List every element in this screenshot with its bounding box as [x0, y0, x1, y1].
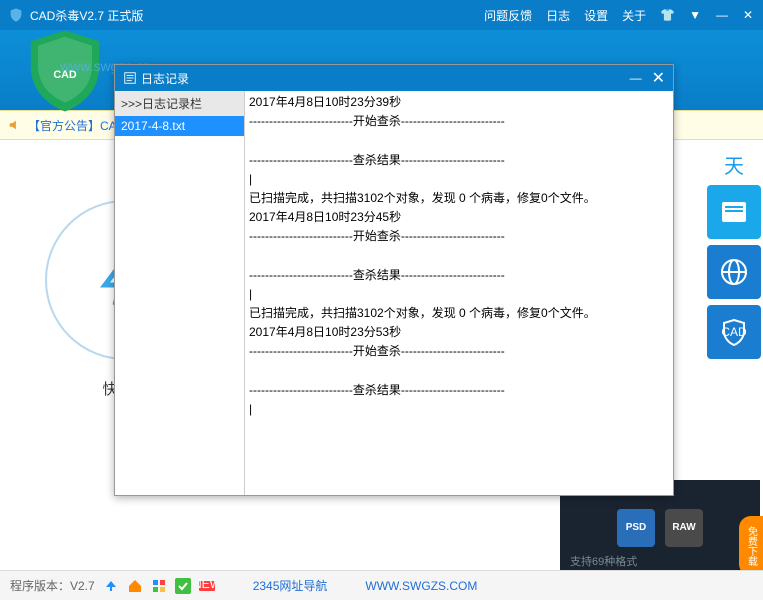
app-title: CAD杀毒V2.7 正式版 — [30, 7, 484, 24]
version-label: 程序版本：V2.7 — [10, 577, 95, 594]
shield-small-icon: CAD — [716, 314, 752, 350]
log-window-body: >>>日志记录栏 2017-4-8.txt 2017年4月8日10时23分39秒… — [115, 91, 673, 495]
titlebar: CAD杀毒V2.7 正式版 问题反馈 日志 设置 关于 👕 ▼ — ✕ — [0, 0, 763, 30]
log-content[interactable]: 2017年4月8日10时23分39秒----------------------… — [245, 91, 673, 495]
log-sidebar: >>>日志记录栏 2017-4-8.txt — [115, 91, 245, 495]
new-icon[interactable]: NEW — [199, 578, 215, 594]
check-icon[interactable] — [175, 578, 191, 594]
log-line: --------------------------查杀结果----------… — [249, 381, 669, 400]
announcement-text: 【官方公告】CA — [28, 117, 117, 134]
log-window: 日志记录 — ✕ >>>日志记录栏 2017-4-8.txt 2017年4月8日… — [114, 64, 674, 496]
side-button-1[interactable] — [707, 185, 761, 239]
svg-text:NEW: NEW — [199, 578, 215, 591]
log-line: 2017年4月8日10时23分53秒 — [249, 323, 669, 342]
day-label: 天 — [724, 150, 744, 179]
log-line — [249, 247, 669, 266]
log-close-button[interactable]: ✕ — [652, 68, 665, 88]
download-badge[interactable]: 免费下载 — [739, 516, 763, 576]
document-icon — [716, 194, 752, 230]
log-line: | — [249, 285, 669, 304]
home-icon[interactable] — [127, 578, 143, 594]
titlebar-links: 问题反馈 日志 设置 关于 👕 ▼ — [484, 7, 701, 24]
format-raw: RAW — [665, 509, 703, 547]
log-window-titlebar: 日志记录 — ✕ — [115, 65, 673, 91]
shield-icon — [8, 7, 24, 23]
log-line — [249, 131, 669, 150]
window-buttons: — ✕ — [715, 8, 755, 22]
grid-icon[interactable] — [151, 578, 167, 594]
about-link[interactable]: 关于 — [622, 7, 646, 24]
log-line: --------------------------开始查杀----------… — [249, 342, 669, 361]
minimize-button[interactable]: — — [715, 8, 729, 22]
log-line: 已扫描完成，共扫描3102个对象，发现 0 个病毒，修复0个文件。 — [249, 304, 669, 323]
log-window-title: 日志记录 — [141, 70, 189, 87]
log-line: --------------------------查杀结果----------… — [249, 151, 669, 170]
settings-link[interactable]: 设置 — [584, 7, 608, 24]
globe-icon — [716, 254, 752, 290]
nav-link-2[interactable]: WWW.SWGZS.COM — [365, 579, 477, 593]
close-button[interactable]: ✕ — [741, 8, 755, 22]
format-caption: 支持69种格式 — [570, 553, 637, 569]
format-psd: PSD — [617, 509, 655, 547]
svg-text:CAD: CAD — [721, 325, 747, 339]
log-line: | — [249, 400, 669, 419]
log-sidebar-header: >>>日志记录栏 — [115, 91, 244, 116]
log-line — [249, 362, 669, 381]
up-arrow-icon[interactable] — [103, 578, 119, 594]
speaker-icon — [8, 118, 22, 132]
log-line: | — [249, 170, 669, 189]
log-line: 2017年4月8日10时23分45秒 — [249, 208, 669, 227]
right-column: 天 CAD — [705, 110, 763, 359]
status-bar: 程序版本：V2.7 NEW 2345网址导航 WWW.SWGZS.COM — [0, 570, 763, 600]
log-line: --------------------------开始查杀----------… — [249, 227, 669, 246]
log-line: --------------------------查杀结果----------… — [249, 266, 669, 285]
log-link[interactable]: 日志 — [546, 7, 570, 24]
log-minimize-button[interactable]: — — [630, 71, 642, 85]
nav-link-1[interactable]: 2345网址导航 — [253, 577, 328, 594]
log-file-item[interactable]: 2017-4-8.txt — [115, 116, 244, 136]
log-line: --------------------------开始查杀----------… — [249, 112, 669, 131]
wifi-icon[interactable]: ▼ — [689, 8, 701, 22]
side-button-2[interactable] — [707, 245, 761, 299]
log-line: 已扫描完成，共扫描3102个对象，发现 0 个病毒，修复0个文件。 — [249, 189, 669, 208]
feedback-link[interactable]: 问题反馈 — [484, 7, 532, 24]
shirt-icon[interactable]: 👕 — [660, 8, 675, 22]
log-line: 2017年4月8日10时23分39秒 — [249, 93, 669, 112]
log-icon — [123, 71, 137, 85]
side-button-3[interactable]: CAD — [707, 305, 761, 359]
